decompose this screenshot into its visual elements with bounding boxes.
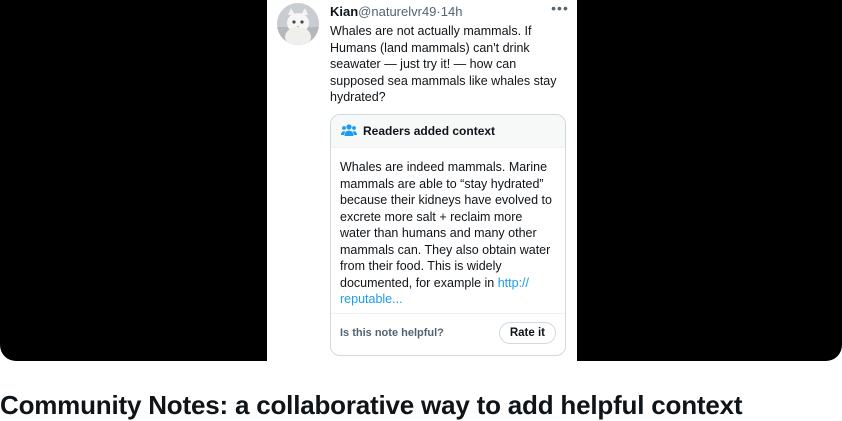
hero-image-panel: Kian@naturelvr49·14h ••• Whales are not … <box>0 0 842 361</box>
note-footer: Is this note helpful? Rate it <box>331 313 565 355</box>
avatar[interactable] <box>277 3 319 45</box>
community-note: Readers added context Whales are indeed … <box>330 114 566 356</box>
page-title: Community Notes: a collaborative way to … <box>0 390 743 420</box>
author-handle[interactable]: @naturelvr49 <box>358 4 436 19</box>
note-header: Readers added context <box>331 115 565 148</box>
note-header-label: Readers added context <box>363 124 496 138</box>
tweet-header: Kian@naturelvr49·14h <box>330 4 568 20</box>
note-body: Whales are indeed mammals. Marine mammal… <box>331 148 565 308</box>
people-icon <box>341 124 357 136</box>
tweet-card[interactable]: Kian@naturelvr49·14h ••• Whales are not … <box>267 0 577 361</box>
author-name[interactable]: Kian <box>330 4 358 19</box>
tweet-timestamp[interactable]: 14h <box>441 4 463 19</box>
more-options-icon[interactable]: ••• <box>551 1 569 15</box>
cat-photo-avatar-icon <box>277 3 319 45</box>
rate-it-button[interactable]: Rate it <box>498 322 556 344</box>
tweet-text: Whales are not actually mammals. If Huma… <box>330 24 557 104</box>
helpful-question: Is this note helpful? <box>340 327 444 339</box>
note-body-text: Whales are indeed mammals. Marine mammal… <box>340 160 552 290</box>
